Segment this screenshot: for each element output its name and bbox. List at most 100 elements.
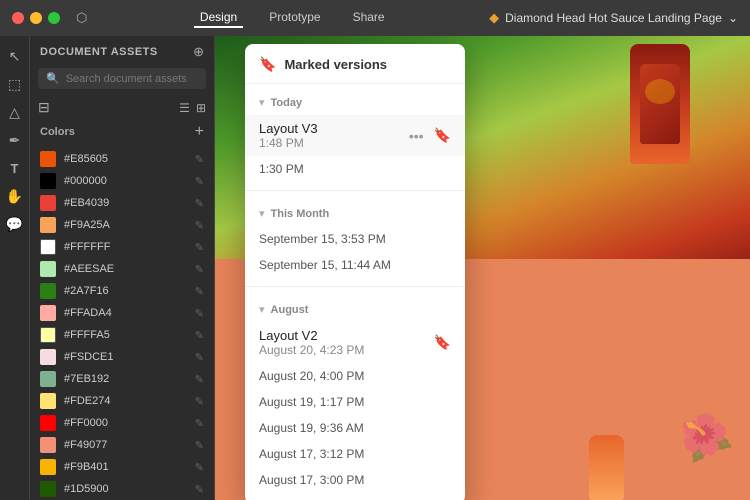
titlebar: ⬡ Design Prototype Share ◆ Diamond Head … <box>0 0 750 36</box>
bottle-image <box>630 44 690 164</box>
version-item-aug19-936[interactable]: August 19, 9:36 AM <box>245 415 465 441</box>
august-label: August <box>271 304 309 316</box>
section-divider <box>245 190 465 191</box>
color-item-E85605[interactable]: #E85605 ✎ <box>30 148 214 170</box>
color-swatch <box>40 195 56 211</box>
version-item-aug20-400[interactable]: August 20, 4:00 PM <box>245 363 465 389</box>
color-edit-icon[interactable]: ✎ <box>195 439 204 452</box>
color-label: #FFFFFF <box>64 241 187 253</box>
version-item-sep15-1144[interactable]: September 15, 11:44 AM <box>245 252 465 278</box>
titlebar-file[interactable]: ◆ Diamond Head Hot Sauce Landing Page ⌄ <box>489 10 738 26</box>
version-bookmark-icon[interactable]: 🔖 <box>434 127 451 144</box>
sidebar-header: Document Assets ⊕ <box>30 36 214 68</box>
color-item-FDE274[interactable]: #FDE274 ✎ <box>30 390 214 412</box>
color-edit-icon[interactable]: ✎ <box>195 373 204 386</box>
color-item-FFFFFF[interactable]: #FFFFFF ✎ <box>30 236 214 258</box>
color-item-1D5900[interactable]: #1D5900 ✎ <box>30 478 214 500</box>
close-button[interactable] <box>12 12 24 24</box>
add-color-button[interactable]: + <box>195 124 204 140</box>
tool-pen[interactable]: ✒ <box>3 128 27 152</box>
color-edit-icon[interactable]: ✎ <box>195 153 204 166</box>
tab-design[interactable]: Design <box>194 8 243 28</box>
color-item-F9A25A[interactable]: #F9A25A ✎ <box>30 214 214 236</box>
version-bookmark-icon[interactable]: 🔖 <box>434 334 451 351</box>
version-item-aug17-312[interactable]: August 17, 3:12 PM <box>245 441 465 467</box>
color-edit-icon[interactable]: ✎ <box>195 395 204 408</box>
color-label: #F9A25A <box>64 219 187 231</box>
colors-section-label: Colors <box>40 126 75 138</box>
search-input[interactable] <box>66 73 198 85</box>
color-swatch <box>40 393 56 409</box>
color-swatch <box>40 261 56 277</box>
color-edit-icon[interactable]: ✎ <box>195 417 204 430</box>
color-item-FSDCE1[interactable]: #FSDCE1 ✎ <box>30 346 214 368</box>
color-edit-icon[interactable]: ✎ <box>195 329 204 342</box>
color-edit-icon[interactable]: ✎ <box>195 351 204 364</box>
tool-comment[interactable]: 💬 <box>3 212 27 236</box>
color-edit-icon[interactable]: ✎ <box>195 263 204 276</box>
color-edit-icon[interactable]: ✎ <box>195 241 204 254</box>
version-item-layout-v3[interactable]: Layout V3 1:48 PM ••• 🔖 <box>245 115 465 156</box>
expand-august-icon[interactable]: ▾ <box>259 303 265 316</box>
version-menu-icon[interactable]: ••• <box>405 126 428 146</box>
color-label: #FSDCE1 <box>64 351 187 363</box>
color-edit-icon[interactable]: ✎ <box>195 285 204 298</box>
main-area: ↖ ⬚ △ ✒ T ✋ 💬 Document Assets ⊕ 🔍 ⊟ ☰ ⊞ <box>0 36 750 500</box>
version-item-aug17-300[interactable]: August 17, 3:00 PM <box>245 467 465 493</box>
today-label: Today <box>271 97 303 109</box>
color-label: #F9B401 <box>64 461 187 473</box>
list-view-icon[interactable]: ☰ <box>179 101 190 115</box>
color-item-FFFFA5[interactable]: #FFFFA5 ✎ <box>30 324 214 346</box>
section-divider-2 <box>245 286 465 287</box>
tool-text[interactable]: T <box>3 156 27 180</box>
version-item-sep15-353[interactable]: September 15, 3:53 PM <box>245 226 465 252</box>
color-edit-icon[interactable]: ✎ <box>195 219 204 232</box>
tab-prototype[interactable]: Prototype <box>263 8 326 28</box>
color-item-FFADA4[interactable]: #FFADA4 ✎ <box>30 302 214 324</box>
color-edit-icon[interactable]: ✎ <box>195 197 204 210</box>
fullscreen-button[interactable] <box>48 12 60 24</box>
color-item-7EB192[interactable]: #7EB192 ✎ <box>30 368 214 390</box>
tool-shape[interactable]: △ <box>3 100 27 124</box>
version-item-130pm[interactable]: 1:30 PM <box>245 156 465 182</box>
color-edit-icon[interactable]: ✎ <box>195 483 204 496</box>
color-item-F49077[interactable]: #F49077 ✎ <box>30 434 214 456</box>
tab-share[interactable]: Share <box>347 8 391 28</box>
titlebar-center: Design Prototype Share <box>95 8 489 28</box>
color-swatch <box>40 283 56 299</box>
file-dropdown-icon[interactable]: ⌄ <box>728 11 738 25</box>
add-library-icon[interactable]: ⊕ <box>193 44 204 60</box>
tool-frame[interactable]: ⬚ <box>3 72 27 96</box>
color-item-FF0000[interactable]: #FF0000 ✎ <box>30 412 214 434</box>
color-edit-icon[interactable]: ✎ <box>195 175 204 188</box>
expand-this-month-icon[interactable]: ▾ <box>259 207 265 220</box>
filter-icon[interactable]: ⊟ <box>38 99 50 116</box>
version-item-aug19-117[interactable]: August 19, 1:17 PM <box>245 389 465 415</box>
version-item-layout-v2[interactable]: Layout V2 August 20, 4:23 PM 🔖 <box>245 322 465 363</box>
color-item-AEESAE[interactable]: #AEESAE ✎ <box>30 258 214 280</box>
version-item-layout-v1[interactable]: Layout V1 August 16, 1:69 PM 🔖 <box>245 493 465 500</box>
color-edit-icon[interactable]: ✎ <box>195 461 204 474</box>
color-label: #EB4039 <box>64 197 187 209</box>
minimize-button[interactable] <box>30 12 42 24</box>
color-item-000000[interactable]: #000000 ✎ <box>30 170 214 192</box>
version-item-left: Layout V3 1:48 PM <box>259 121 405 150</box>
expand-today-icon[interactable]: ▾ <box>259 96 265 109</box>
color-item-2A7F16[interactable]: #2A7F16 ✎ <box>30 280 214 302</box>
color-edit-icon[interactable]: ✎ <box>195 307 204 320</box>
tool-hand[interactable]: ✋ <box>3 184 27 208</box>
version-item-left: Layout V2 August 20, 4:23 PM <box>259 328 434 357</box>
color-item-EB4039[interactable]: #EB4039 ✎ <box>30 192 214 214</box>
versions-august-section: ▾ August Layout V2 August 20, 4:23 PM 🔖 <box>245 291 465 500</box>
color-item-F9B401[interactable]: #F9B401 ✎ <box>30 456 214 478</box>
sidebar-tools: ⊟ ☰ ⊞ <box>30 95 214 120</box>
search-bar: 🔍 <box>38 68 206 89</box>
sidebar-icons: ⊕ <box>193 44 204 60</box>
color-label: #FFFFA5 <box>64 329 187 341</box>
figma-icon: ◆ <box>489 10 499 26</box>
tool-move[interactable]: ↖ <box>3 44 27 68</box>
grid-view-icon[interactable]: ⊞ <box>196 101 206 115</box>
versions-this-month-section: ▾ This Month September 15, 3:53 PM Septe… <box>245 195 465 282</box>
version-name: Layout V2 <box>259 328 434 343</box>
color-swatch <box>40 437 56 453</box>
